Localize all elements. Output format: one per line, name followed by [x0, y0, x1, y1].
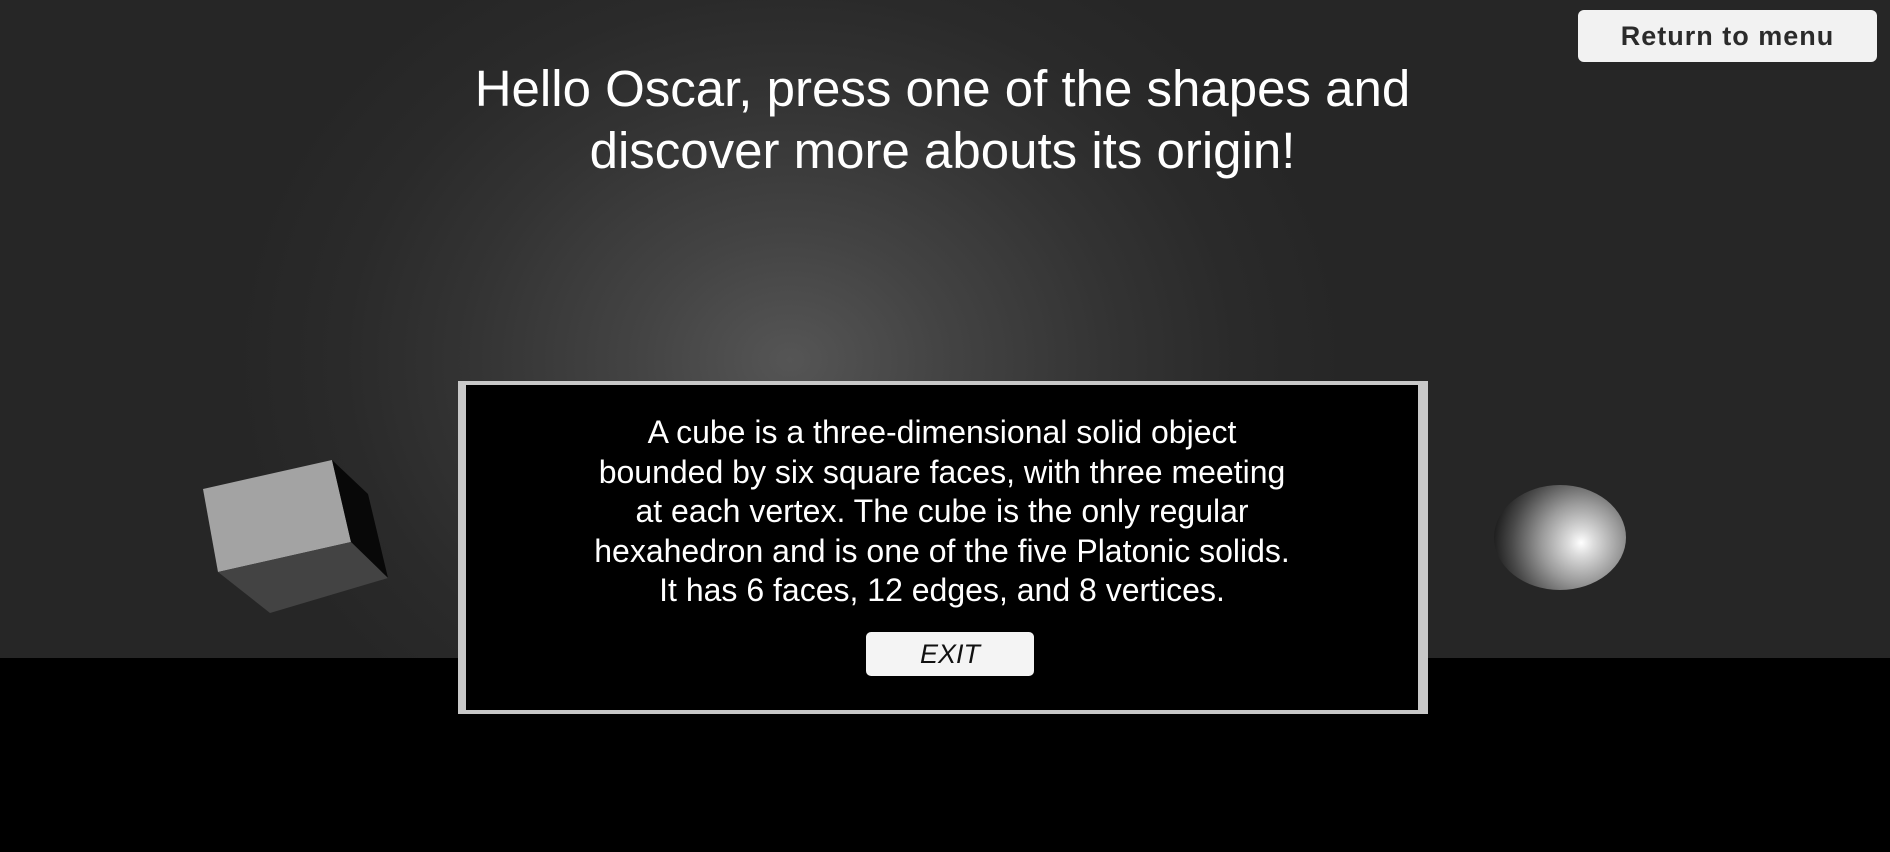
- shape-description: A cube is a three-dimensional solid obje…: [466, 413, 1418, 611]
- greeting-line-2: discover more abouts its origin!: [589, 122, 1296, 179]
- description-line: bounded by six square faces, with three …: [598, 453, 1286, 490]
- description-line: A cube is a three-dimensional solid obje…: [647, 414, 1237, 450]
- description-line: at each vertex. The cube is the only reg…: [635, 493, 1249, 529]
- cube-shape[interactable]: [195, 450, 395, 620]
- greeting-heading: Hello Oscar, press one of the shapes and…: [400, 58, 1485, 182]
- cube-icon: [203, 460, 388, 613]
- sphere-icon: [1494, 485, 1626, 590]
- sphere-shape[interactable]: [1494, 485, 1626, 590]
- info-panel: A cube is a three-dimensional solid obje…: [458, 381, 1428, 714]
- greeting-line-1: Hello Oscar, press one of the shapes and: [474, 60, 1411, 117]
- exit-button[interactable]: EXIT: [866, 632, 1034, 676]
- game-scene: Hello Oscar, press one of the shapes and…: [0, 0, 1890, 852]
- description-line: It has 6 faces, 12 edges, and 8 vertices…: [659, 572, 1225, 608]
- description-line: hexahedron and is one of the five Platon…: [594, 532, 1290, 569]
- return-to-menu-button[interactable]: Return to menu: [1578, 10, 1877, 62]
